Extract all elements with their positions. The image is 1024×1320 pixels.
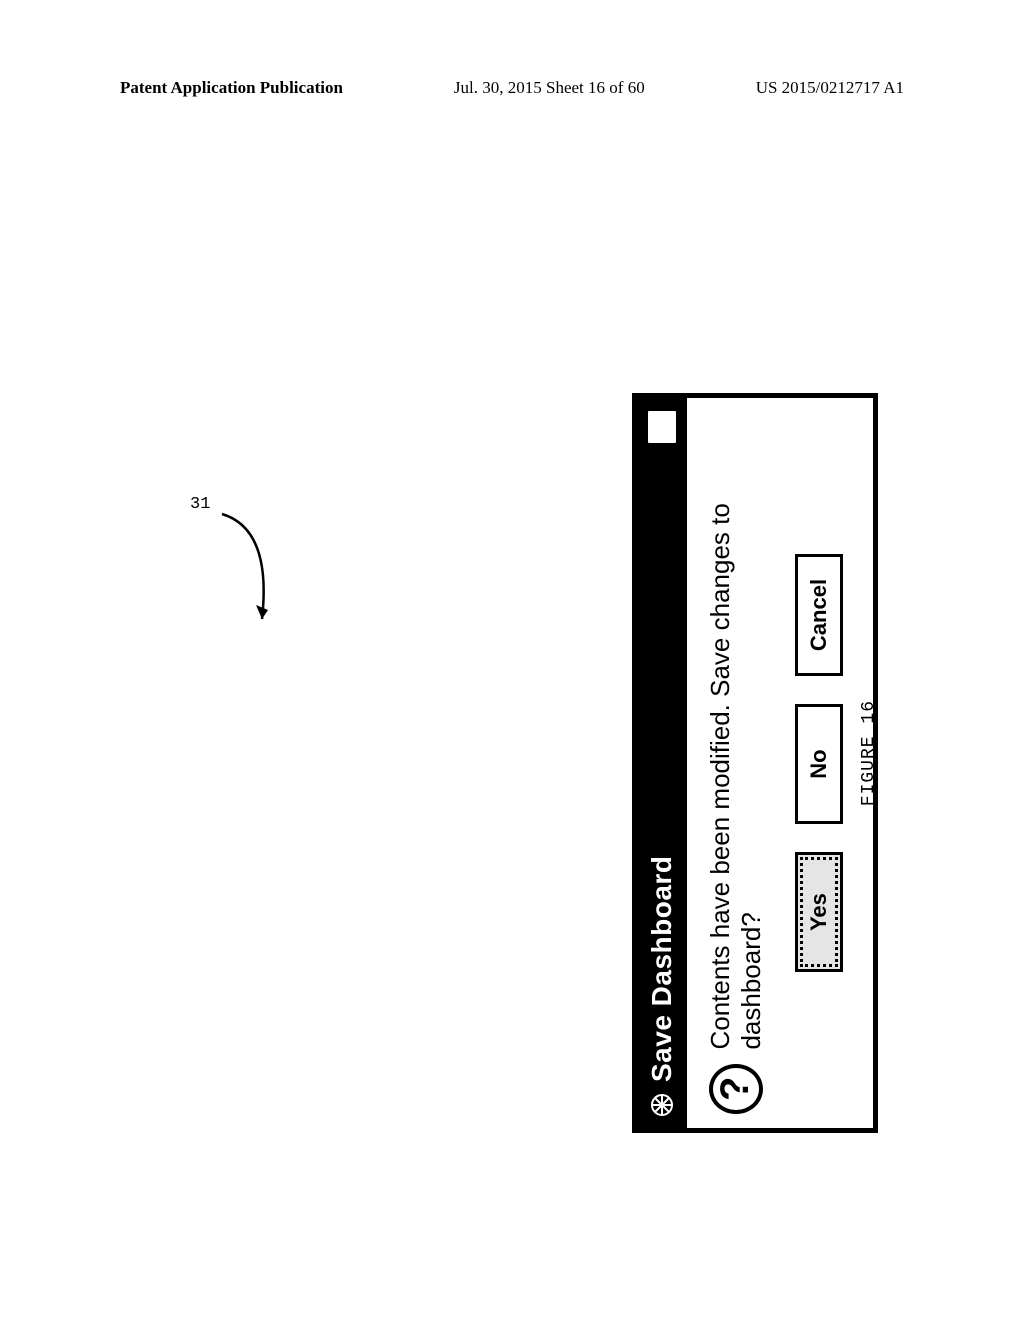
dialog-button-row: Yes No Cancel — [795, 412, 843, 1114]
reference-callout: 31 — [190, 495, 310, 514]
reference-number: 31 — [190, 495, 210, 514]
dialog-message: Contents have been modified. Save change… — [705, 412, 767, 1050]
save-dashboard-dialog: Save Dashboard X ? Contents have been mo… — [632, 393, 878, 1133]
close-button[interactable]: X — [645, 408, 679, 446]
dialog-body: ? Contents have been modified. Save chan… — [687, 398, 873, 1128]
no-button[interactable]: No — [795, 704, 843, 824]
app-icon — [649, 1092, 675, 1118]
dialog-titlebar: Save Dashboard X — [637, 398, 687, 1128]
figure-label: FIGURE 16 — [859, 700, 879, 806]
header-left: Patent Application Publication — [120, 78, 343, 98]
cancel-button[interactable]: Cancel — [795, 554, 843, 676]
yes-button[interactable]: Yes — [795, 852, 843, 972]
question-icon: ? — [709, 1064, 763, 1114]
dialog-title: Save Dashboard — [646, 456, 678, 1082]
header-mid: Jul. 30, 2015 Sheet 16 of 60 — [454, 78, 645, 98]
header-right: US 2015/0212717 A1 — [756, 78, 904, 98]
page-header: Patent Application Publication Jul. 30, … — [0, 78, 1024, 98]
reference-arrow-icon — [212, 509, 282, 629]
